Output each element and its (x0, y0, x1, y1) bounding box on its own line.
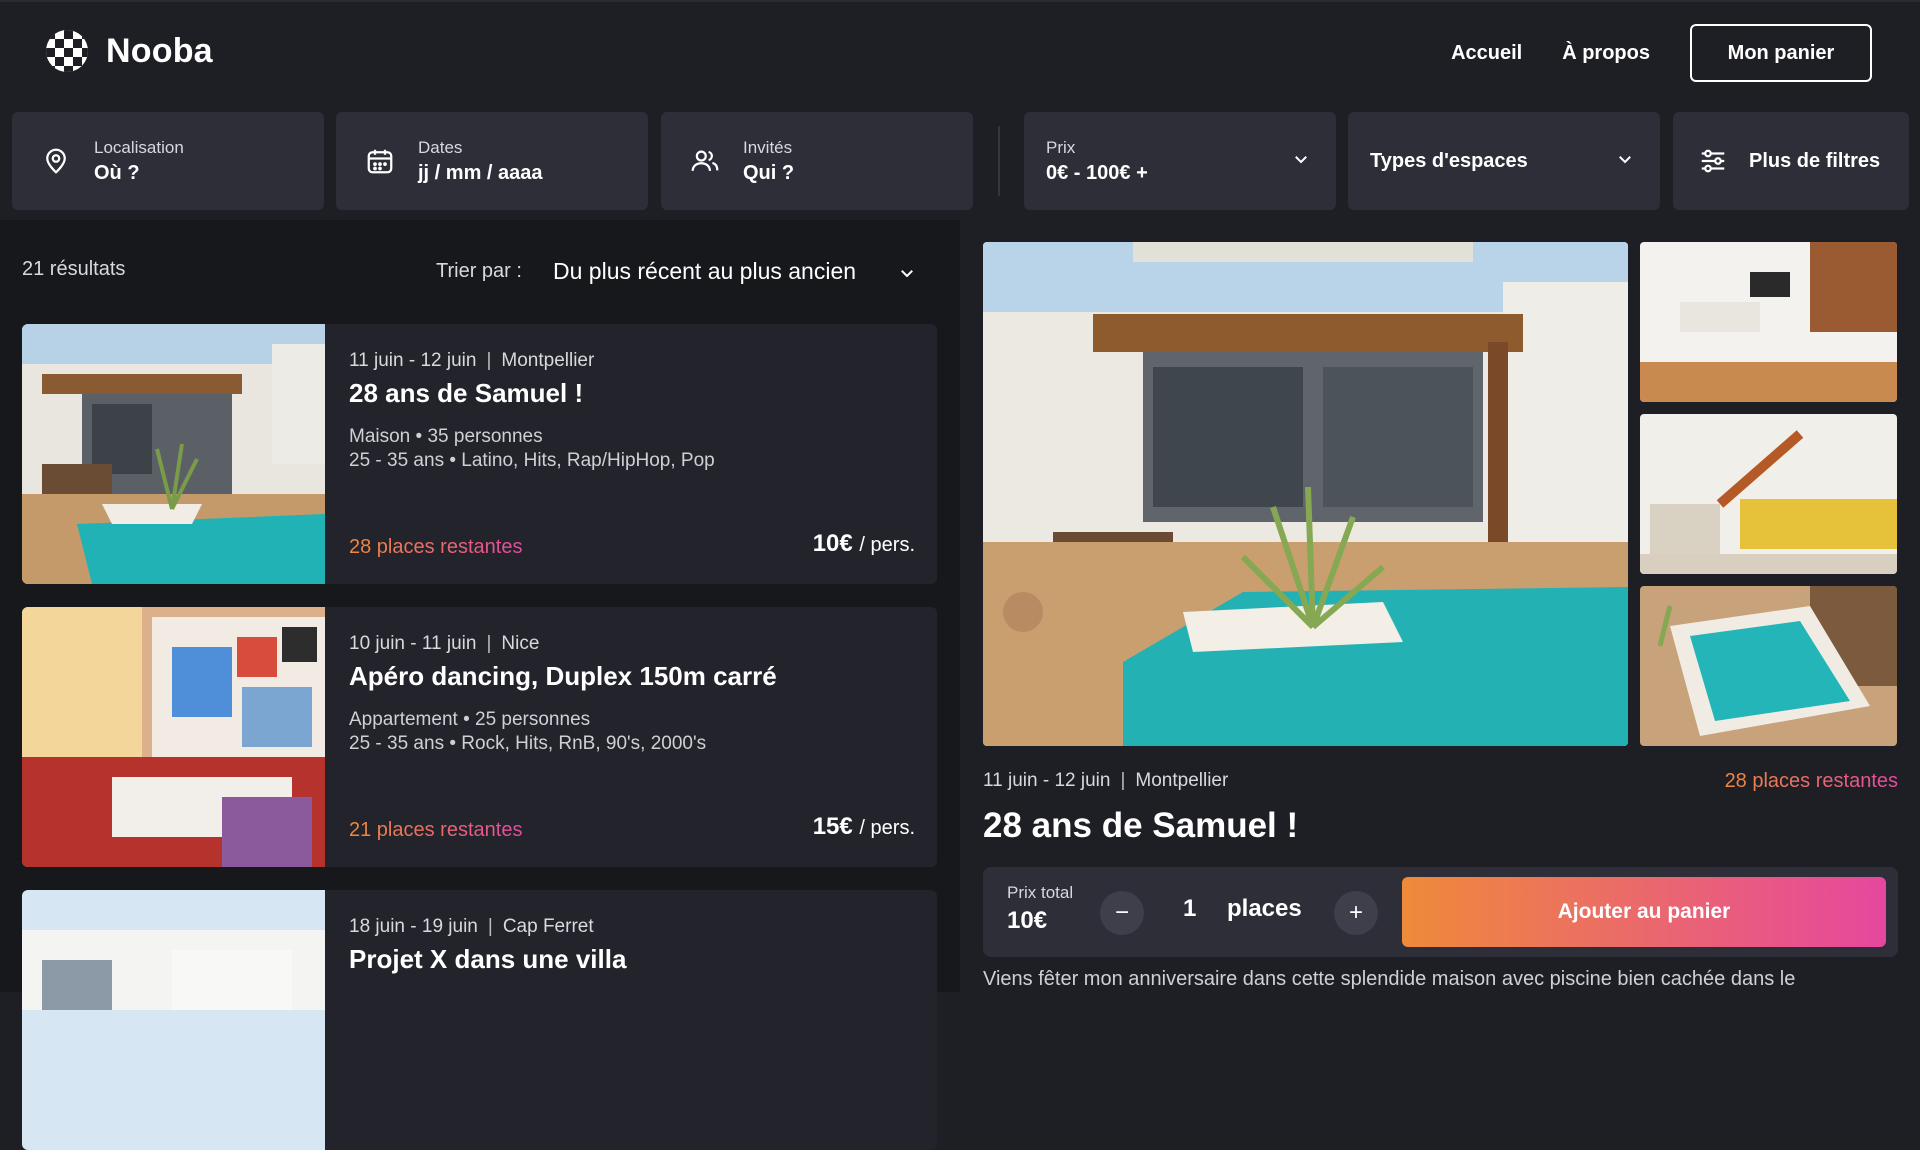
detail-description: Viens fêter mon anniversaire dans cette … (983, 968, 1796, 990)
dates-filter[interactable]: Dates jj / mm / aaaa (336, 112, 648, 210)
filter-divider (998, 126, 1000, 196)
listing-photo (22, 324, 325, 584)
nav-home-link[interactable]: Accueil (1451, 42, 1522, 65)
listing-card[interactable]: 10 juin - 11 juin | Nice Apéro dancing, Du… (22, 607, 937, 867)
price-label: Prix (1046, 137, 1076, 157)
dates-value: jj / mm / aaaa (418, 161, 543, 184)
top-header: Nooba Accueil À propos Mon panier (0, 0, 1920, 100)
quantity-unit: places (1227, 895, 1302, 922)
detail-thumb-photo[interactable] (1640, 586, 1897, 746)
more-filters-label: Plus de filtres (1749, 149, 1881, 172)
detail-thumb-photo[interactable] (1640, 242, 1897, 402)
space-types-label: Types d'espaces (1370, 149, 1528, 172)
detail-thumb-photo[interactable] (1640, 414, 1897, 574)
listing-price: 10€ / pers. (812, 530, 915, 557)
listing-title: 28 ans de Samuel ! (349, 378, 584, 408)
guests-label: Invités (743, 137, 793, 157)
brand-logo[interactable]: Nooba (44, 28, 213, 74)
listing-places-left: 21 places restantes (349, 819, 523, 841)
more-filters-button[interactable]: Plus de filtres (1673, 112, 1909, 210)
location-label: Localisation (94, 137, 184, 157)
listing-title: Projet X dans une villa (349, 944, 627, 974)
listing-city: Nice (501, 633, 540, 654)
booking-bar: Prix total 10€ − 1 places + Ajouter au p… (983, 867, 1898, 957)
price-value: 0€ - 100€ + (1046, 161, 1148, 184)
decrease-quantity-button[interactable]: − (1100, 891, 1144, 935)
main-nav: Accueil À propos Mon panier (1451, 24, 1872, 82)
listing-type: Appartement • 25 personnes (349, 709, 591, 730)
nav-about-link[interactable]: À propos (1562, 42, 1650, 65)
sliders-icon (1697, 145, 1729, 177)
detail-main-photo[interactable] (983, 242, 1628, 746)
add-to-cart-button[interactable]: Ajouter au panier (1402, 877, 1886, 947)
listing-places-left: 28 places restantes (349, 536, 523, 558)
results-panel: 21 résultats Trier par : Du plus récent … (0, 220, 960, 1150)
total-price-value: 10€ (1007, 907, 1048, 934)
sort-select[interactable]: Du plus récent au plus ancien (553, 258, 856, 285)
listing-tags: 25 - 35 ans • Rock, Hits, RnB, 90's, 200… (349, 733, 707, 754)
listing-photo (22, 607, 325, 867)
chevron-down-icon (1619, 156, 1631, 164)
dates-label: Dates (418, 137, 463, 157)
checker-globe-icon (46, 30, 88, 72)
guests-filter[interactable]: Invités Qui ? (661, 112, 973, 210)
listing-photo (22, 890, 325, 1150)
chevron-down-icon (1295, 156, 1307, 164)
listing-title: Apéro dancing, Duplex 150m carré (349, 661, 777, 691)
quantity-value: 1 (1183, 895, 1197, 922)
detail-dates: 11 juin - 12 juin (983, 770, 1111, 791)
brand-name: Nooba (106, 31, 213, 70)
detail-title: 28 ans de Samuel ! (983, 806, 1299, 845)
listing-card[interactable]: 11 juin - 12 juin | Montpellier 28 ans de … (22, 324, 937, 584)
detail-city: Montpellier (1135, 770, 1229, 791)
listing-price: 15€ / pers. (812, 813, 915, 840)
listing-dates: 18 juin - 19 juin (349, 916, 478, 937)
price-filter[interactable]: Prix 0€ - 100€ + (1024, 112, 1336, 210)
total-price-label: Prix total (1007, 883, 1074, 902)
space-types-filter[interactable]: Types d'espaces (1348, 112, 1660, 210)
listing-dates: 10 juin - 11 juin (349, 633, 477, 654)
detail-places-left: 28 places restantes (1724, 770, 1898, 792)
increase-quantity-button[interactable]: + (1334, 891, 1378, 935)
chevron-down-icon[interactable] (898, 264, 916, 282)
location-value: Où ? (94, 161, 140, 184)
calendar-icon (364, 145, 396, 177)
sort-label: Trier par : (436, 260, 522, 282)
listing-type: Maison • 35 personnes (349, 426, 543, 447)
listing-card[interactable]: 18 juin - 19 juin | Cap Ferret Projet X da… (22, 890, 937, 1150)
cart-button[interactable]: Mon panier (1690, 24, 1872, 82)
listing-dates: 11 juin - 12 juin (349, 350, 477, 371)
results-count: 21 résultats (22, 258, 126, 280)
guests-value: Qui ? (743, 161, 795, 184)
location-filter[interactable]: Localisation Où ? (12, 112, 324, 210)
users-icon (689, 145, 721, 177)
location-pin-icon (40, 145, 72, 177)
listing-tags: 25 - 35 ans • Latino, Hits, Rap/HipHop, … (349, 450, 715, 471)
listing-city: Cap Ferret (502, 916, 594, 937)
listing-city: Montpellier (501, 350, 595, 371)
